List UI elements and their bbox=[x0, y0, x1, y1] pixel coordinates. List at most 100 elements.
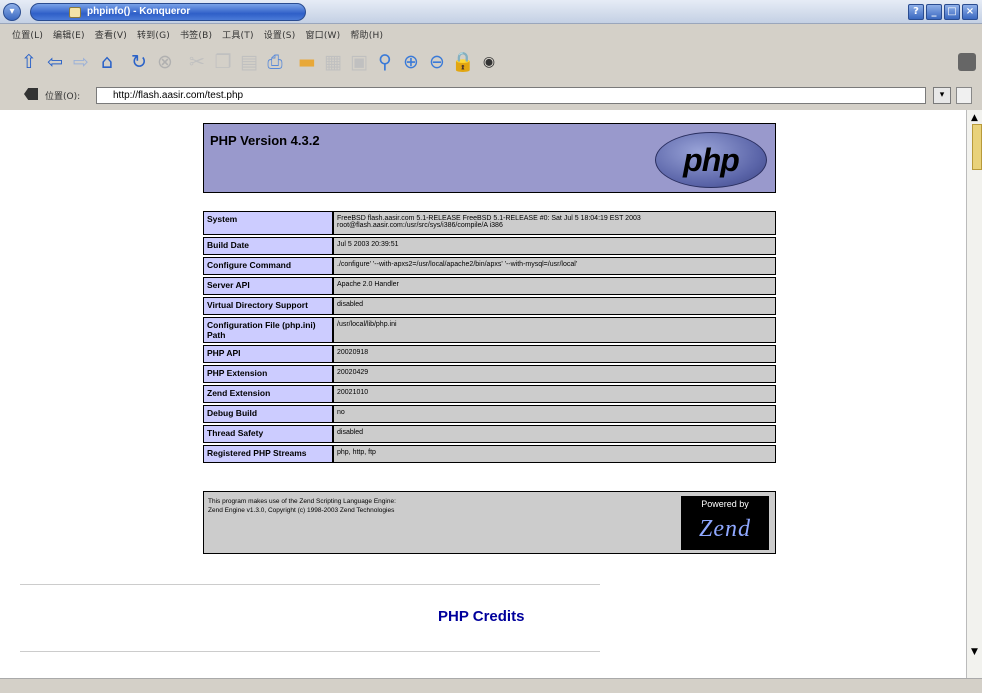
row-value: /usr/local/lib/php.ini bbox=[333, 317, 776, 343]
row-value: php, http, ftp bbox=[333, 445, 776, 463]
row-key: Configure Command bbox=[203, 257, 333, 275]
stop-icon[interactable]: ⊗ bbox=[152, 48, 178, 76]
table-row: Build Date Jul 5 2003 20:39:51 bbox=[203, 237, 776, 255]
url-input[interactable]: http://flash.aasir.com/test.php bbox=[96, 87, 926, 104]
menu-settings[interactable]: 设置(S) bbox=[264, 28, 296, 41]
zoom-in-icon[interactable]: ⊕ bbox=[398, 48, 424, 76]
zend-notice-line1: This program makes use of the Zend Scrip… bbox=[208, 498, 396, 505]
divider bbox=[20, 584, 600, 585]
zoom-out-icon[interactable]: ⊖ bbox=[424, 48, 450, 76]
table-row: Configuration File (php.ini) Path/usr/lo… bbox=[203, 317, 776, 343]
php-version-title: PHP Version 4.3.2 bbox=[210, 133, 320, 148]
cut-icon[interactable]: ✂ bbox=[184, 48, 210, 76]
zend-logo-text: Zend bbox=[699, 516, 751, 542]
window-title-pill: phpinfo() - Konqueror bbox=[30, 3, 306, 21]
row-value: no bbox=[333, 405, 776, 423]
scroll-up-icon[interactable]: ▲ bbox=[971, 114, 978, 123]
window-controls: ? _ □ × bbox=[908, 4, 978, 20]
settings-icon[interactable]: ◉ bbox=[476, 48, 502, 76]
row-value: 20020918 bbox=[333, 345, 776, 363]
row-value: Apache 2.0 Handler bbox=[333, 277, 776, 295]
row-value: FreeBSD flash.aasir.com 5.1-RELEASE Free… bbox=[333, 211, 776, 235]
table-row: System FreeBSD flash.aasir.com 5.1-RELEAS… bbox=[203, 211, 776, 235]
title-bar: ▾ phpinfo() - Konqueror ? _ □ × bbox=[0, 0, 982, 24]
row-key: PHP Extension bbox=[203, 365, 333, 383]
home-icon[interactable]: ⌂ bbox=[94, 48, 120, 76]
url-dropdown-button[interactable]: ▾ bbox=[933, 87, 951, 104]
toolbar: ⇧ ⇦ ⇨ ⌂ ↻ ⊗ ✂ ❐ ▤ ⎙ ▬ ▦ ▣ ⚲ ⊕ ⊖ 🔒 ◉ bbox=[0, 44, 982, 80]
php-logo-text: php bbox=[683, 141, 740, 178]
row-value: ./configure' '--with-apxs2=/usr/local/ap… bbox=[333, 257, 776, 275]
menu-location[interactable]: 位置(L) bbox=[12, 28, 43, 41]
row-key: Virtual Directory Support bbox=[203, 297, 333, 315]
image-icon[interactable]: ▦ bbox=[320, 48, 346, 76]
throbber-icon bbox=[958, 53, 976, 71]
menu-tools[interactable]: 工具(T) bbox=[222, 28, 254, 41]
php-header: PHP Version 4.3.2 php bbox=[203, 123, 776, 193]
page-viewport: PHP Version 4.3.2 php System FreeBSD flas… bbox=[0, 110, 966, 678]
copy-icon[interactable]: ❐ bbox=[210, 48, 236, 76]
zend-box: This program makes use of the Zend Scrip… bbox=[203, 491, 776, 554]
info-table: System FreeBSD flash.aasir.com 5.1-RELEAS… bbox=[203, 209, 776, 465]
location-label: 位置(O): bbox=[45, 92, 81, 102]
row-key: Server API bbox=[203, 277, 333, 295]
folder-icon[interactable]: ▬ bbox=[294, 48, 320, 76]
vertical-scrollbar[interactable]: ▲ ▼ bbox=[966, 110, 982, 678]
go-button[interactable] bbox=[956, 87, 972, 104]
menu-window[interactable]: 窗口(W) bbox=[305, 28, 340, 41]
back-arrow-icon[interactable]: ⇦ bbox=[42, 48, 68, 76]
location-bar: 位置(O): http://flash.aasir.com/test.php ▾ bbox=[0, 84, 982, 106]
scroll-thumb[interactable] bbox=[972, 124, 982, 170]
menu-view[interactable]: 查看(V) bbox=[95, 28, 127, 41]
row-key: Registered PHP Streams bbox=[203, 445, 333, 463]
print-icon[interactable]: ⎙ bbox=[262, 48, 288, 76]
table-row: PHP Extension 20020429 bbox=[203, 365, 776, 383]
row-value: Jul 5 2003 20:39:51 bbox=[333, 237, 776, 255]
row-key: Build Date bbox=[203, 237, 333, 255]
row-value: disabled bbox=[333, 297, 776, 315]
divider bbox=[20, 651, 600, 652]
window-icon[interactable]: ▣ bbox=[346, 48, 372, 76]
clear-location-icon[interactable] bbox=[24, 88, 38, 100]
konqueror-icon bbox=[69, 7, 81, 18]
row-key: Debug Build bbox=[203, 405, 333, 423]
table-row: Registered PHP Streams php, http, ftp bbox=[203, 445, 776, 463]
help-button[interactable]: ? bbox=[908, 4, 924, 20]
up-arrow-icon[interactable]: ⇧ bbox=[16, 48, 42, 76]
zend-notice-line2: Zend Engine v1.3.0, Copyright (c) 1998-2… bbox=[208, 507, 395, 514]
php-credits-heading[interactable]: PHP Credits bbox=[438, 608, 524, 625]
scroll-down-icon[interactable]: ▼ bbox=[971, 648, 978, 657]
menu-bar: 位置(L) 编辑(E) 查看(V) 转到(G) 书签(B) 工具(T) 设置(S… bbox=[0, 24, 982, 44]
zend-notice: This program makes use of the Zend Scrip… bbox=[208, 497, 396, 515]
table-row: Debug Build no bbox=[203, 405, 776, 423]
row-value: 20021010 bbox=[333, 385, 776, 403]
menu-go[interactable]: 转到(G) bbox=[137, 28, 170, 41]
menu-help[interactable]: 帮助(H) bbox=[350, 28, 383, 41]
close-button[interactable]: × bbox=[962, 4, 978, 20]
zend-powered-by: Powered by bbox=[701, 499, 749, 509]
table-row: Configure Command ./configure' '--with-ap… bbox=[203, 257, 776, 275]
lock-icon[interactable]: 🔒 bbox=[450, 48, 476, 76]
table-row: Server API Apache 2.0 Handler bbox=[203, 277, 776, 295]
search-icon[interactable]: ⚲ bbox=[372, 48, 398, 76]
minimize-button[interactable]: _ bbox=[926, 4, 942, 20]
row-value: disabled bbox=[333, 425, 776, 443]
php-logo[interactable]: php bbox=[655, 132, 767, 188]
window-menu-button[interactable]: ▾ bbox=[3, 3, 21, 21]
reload-icon[interactable]: ↻ bbox=[126, 48, 152, 76]
maximize-button[interactable]: □ bbox=[944, 4, 960, 20]
menu-edit[interactable]: 编辑(E) bbox=[53, 28, 85, 41]
zend-logo[interactable]: Powered by Zend bbox=[681, 496, 769, 550]
status-bar bbox=[0, 678, 982, 693]
window-title: phpinfo() - Konqueror bbox=[87, 6, 191, 17]
menu-bookmarks[interactable]: 书签(B) bbox=[180, 28, 212, 41]
table-row: Zend Extension 20021010 bbox=[203, 385, 776, 403]
forward-arrow-icon[interactable]: ⇨ bbox=[68, 48, 94, 76]
row-key: PHP API bbox=[203, 345, 333, 363]
paste-icon[interactable]: ▤ bbox=[236, 48, 262, 76]
table-row: Virtual Directory Support disabled bbox=[203, 297, 776, 315]
table-row: PHP API 20020918 bbox=[203, 345, 776, 363]
row-key: Zend Extension bbox=[203, 385, 333, 403]
table-row: Thread Safety disabled bbox=[203, 425, 776, 443]
row-key: System bbox=[203, 211, 333, 235]
